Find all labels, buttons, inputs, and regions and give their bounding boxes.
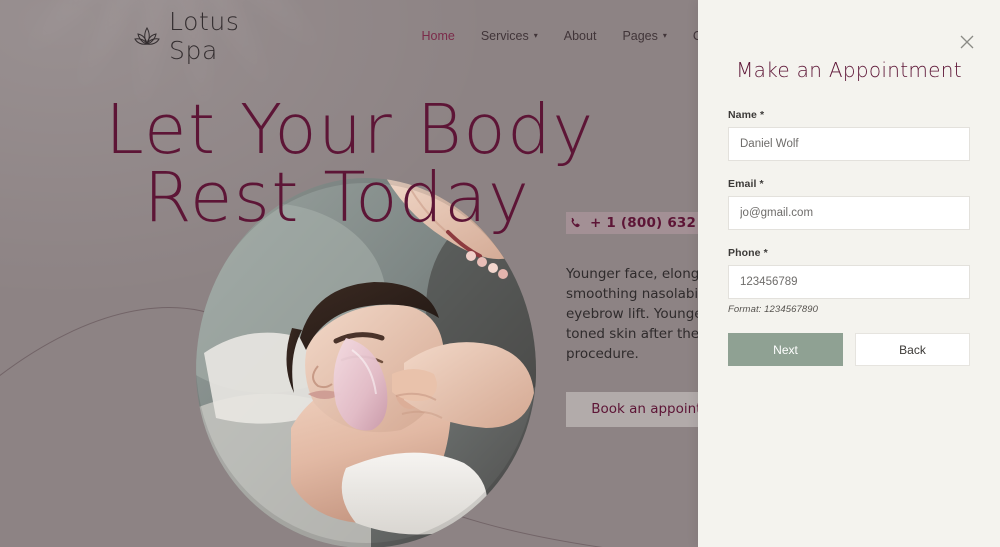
phone-format-hint: Format: 1234567890 [728, 304, 818, 315]
field-phone: Phone * Format: 1234567890 [728, 247, 970, 315]
field-email: Email * [728, 178, 970, 230]
field-label-text: Phone [728, 247, 761, 259]
panel-title: Make an Appointment [736, 58, 962, 82]
required-asterisk: * [760, 109, 765, 121]
close-icon [960, 35, 974, 49]
nav-item-services[interactable]: Services ▾ [481, 29, 538, 43]
appointment-form: Name * Email * Phone * Format: 123456789 [698, 82, 1000, 366]
field-phone-label: Phone * [728, 247, 970, 259]
form-actions: Next Back [728, 333, 970, 366]
nav-item-about[interactable]: About [564, 29, 597, 43]
required-asterisk: * [763, 247, 768, 259]
nav-item-pages[interactable]: Pages ▾ [622, 29, 666, 43]
next-button[interactable]: Next [728, 333, 843, 366]
field-email-label: Email * [728, 178, 970, 190]
brand-logo[interactable]: Lotus Spa [134, 7, 239, 65]
chevron-down-icon: ▾ [533, 31, 538, 40]
field-label-text: Email [728, 178, 757, 190]
site-header: Lotus Spa Home Services ▾ About Pages ▾ … [0, 0, 716, 72]
nav-item-label: About [563, 29, 597, 43]
name-input[interactable] [728, 127, 970, 161]
phone-icon [571, 217, 580, 227]
field-name-label: Name * [728, 109, 970, 121]
required-asterisk: * [759, 178, 764, 190]
nav-item-label: Pages [622, 29, 658, 43]
brand-name: Lotus Spa [169, 7, 240, 65]
close-panel-button[interactable] [956, 31, 978, 53]
nav-item-label: Services [480, 29, 529, 43]
page-root: Lotus Spa Home Services ▾ About Pages ▾ … [0, 0, 1000, 547]
lotus-icon [134, 27, 160, 45]
back-button[interactable]: Back [855, 333, 970, 366]
nav-item-label: Home [421, 29, 455, 43]
nav-item-home[interactable]: Home [421, 29, 454, 43]
appointment-panel: Make an Appointment Name * Email * Phone [698, 0, 1000, 547]
hero-headline-line1: Let Your Body [105, 90, 595, 170]
main-nav: Home Services ▾ About Pages ▾ Con [421, 29, 715, 43]
chevron-down-icon: ▾ [662, 31, 667, 40]
field-name: Name * [728, 109, 970, 161]
phone-input[interactable] [728, 265, 970, 299]
email-input[interactable] [728, 196, 970, 230]
hero-photo [196, 178, 536, 547]
field-label-text: Name [728, 109, 757, 121]
